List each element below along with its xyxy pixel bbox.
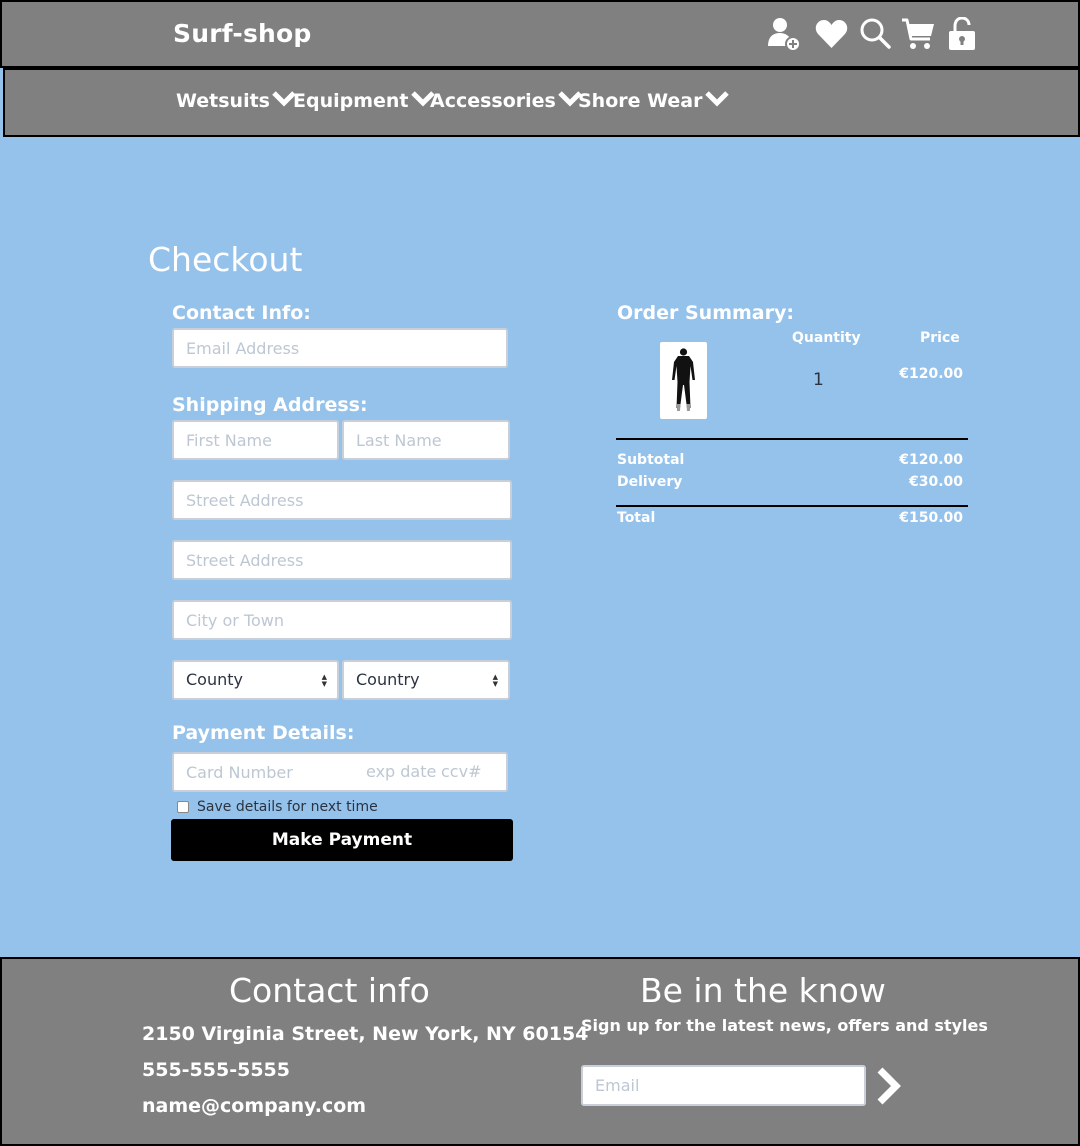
chevron-down-icon <box>704 89 730 112</box>
select-arrows-icon: ▲ ▼ <box>321 673 327 688</box>
delivery-label: Delivery <box>617 474 683 490</box>
delivery-value: €30.00 <box>908 474 963 490</box>
select-arrows-icon: ▲ ▼ <box>492 673 498 688</box>
first-name-field[interactable] <box>172 420 339 460</box>
page-title: Checkout <box>148 240 303 279</box>
nav-item-label: Wetsuits <box>176 90 270 112</box>
country-select-value: Country <box>356 670 420 689</box>
nav-item-shore-wear[interactable]: Shore Wear <box>578 90 730 112</box>
nav-item-equipment[interactable]: Equipment <box>293 90 436 112</box>
contact-info-title: Contact info <box>229 971 430 1010</box>
item-quantity: 1 <box>813 370 824 390</box>
newsletter-subtitle: Sign up for the latest news, offers and … <box>581 1016 988 1035</box>
contact-info-label: Contact Info: <box>172 302 311 324</box>
contact-address: 2150 Virginia Street, New York, NY 60154 <box>142 1023 589 1045</box>
wetsuit-image <box>672 348 695 411</box>
subtotal-label: Subtotal <box>617 452 685 468</box>
footer: Contact info 2150 Virginia Street, New Y… <box>0 957 1080 1146</box>
street-address-1-field[interactable] <box>172 480 512 520</box>
nav-item-label: Equipment <box>293 90 409 112</box>
make-payment-button[interactable]: Make Payment <box>171 819 513 861</box>
nav-item-label: Accessories <box>430 90 556 112</box>
add-user-icon[interactable] <box>767 16 803 52</box>
chevron-right-icon[interactable] <box>874 1066 904 1110</box>
contact-phone[interactable]: 555-555-5555 <box>142 1059 290 1081</box>
shipping-address-label: Shipping Address: <box>172 394 368 416</box>
street-address-2-field[interactable] <box>172 540 512 580</box>
quantity-header: Quantity <box>792 330 861 346</box>
order-summary-title: Order Summary: <box>617 302 794 324</box>
save-details-checkbox[interactable] <box>177 801 189 813</box>
heart-icon[interactable] <box>815 19 848 49</box>
cart-icon[interactable] <box>901 17 935 51</box>
contact-email[interactable]: name@company.com <box>142 1095 366 1117</box>
top-header: Surf-shop <box>0 0 1080 68</box>
newsletter-email-input[interactable] <box>581 1065 866 1106</box>
nav-item-label: Shore Wear <box>578 90 703 112</box>
exp-date-placeholder[interactable]: exp date <box>366 762 436 781</box>
unlock-icon[interactable] <box>947 17 977 51</box>
county-select[interactable]: County ▲ ▼ <box>172 660 339 700</box>
brand-logo-text[interactable]: Surf-shop <box>173 19 312 48</box>
total-divider <box>616 505 968 507</box>
newsletter-title: Be in the know <box>640 971 886 1010</box>
search-icon[interactable] <box>859 17 891 49</box>
main-nav: Wetsuits Equipment Accessories Shore Wea… <box>3 68 1080 137</box>
subtotal-value: €120.00 <box>899 452 963 468</box>
save-details-label: Save details for next time <box>197 799 378 815</box>
nav-item-accessories[interactable]: Accessories <box>430 90 583 112</box>
product-thumbnail[interactable] <box>660 342 707 419</box>
last-name-field[interactable] <box>342 420 510 460</box>
city-field[interactable] <box>172 600 512 640</box>
summary-divider <box>616 438 968 440</box>
item-price: €120.00 <box>899 366 963 382</box>
ccv-placeholder[interactable]: ccv# <box>441 762 481 781</box>
price-header: Price <box>920 330 960 346</box>
email-field[interactable] <box>172 328 508 368</box>
county-select-value: County <box>186 670 243 689</box>
total-label: Total <box>617 510 656 526</box>
total-value: €150.00 <box>899 510 963 526</box>
payment-details-label: Payment Details: <box>172 722 355 744</box>
nav-item-wetsuits[interactable]: Wetsuits <box>176 90 297 112</box>
country-select[interactable]: Country ▲ ▼ <box>342 660 510 700</box>
